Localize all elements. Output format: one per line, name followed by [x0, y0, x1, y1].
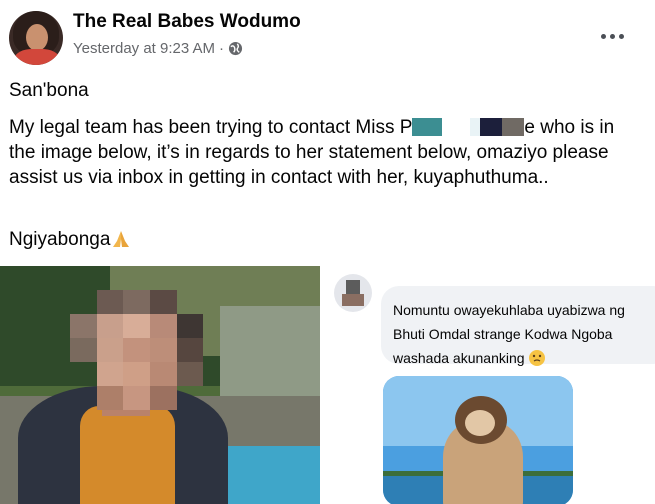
comment-line: washada akunanking [393, 350, 525, 366]
redaction-block [442, 118, 471, 136]
thinking-face-icon [529, 350, 546, 366]
post-thanks: Ngiyabonga [9, 227, 132, 252]
author-avatar[interactable] [9, 11, 63, 65]
comment-text: Nomuntu owayekuhlaba uyabizwa ng Bhuti O… [393, 298, 625, 370]
redaction-block [502, 118, 525, 136]
meta-separator: · [219, 40, 225, 57]
comment-line-last: washada akunanking [393, 346, 625, 370]
redaction-block [470, 118, 481, 136]
post-thanks-text: Ngiyabonga [9, 229, 111, 250]
monkey-image[interactable] [383, 376, 573, 504]
author-name[interactable]: The Real Babes Wodumo [73, 11, 301, 33]
redaction-block [480, 118, 503, 136]
comment-screenshot[interactable]: Nomuntu owayekuhlaba uyabizwa ng Bhuti O… [325, 266, 655, 504]
commenter-avatar [334, 274, 372, 312]
post-body: My legal team has been trying to contact… [9, 115, 639, 190]
post-greeting: San'bona [9, 80, 89, 101]
post-timestamp[interactable]: Yesterday at 9:23 AM [73, 40, 215, 57]
comment-bubble: Nomuntu owayekuhlaba uyabizwa ng Bhuti O… [381, 286, 655, 366]
more-options-icon[interactable] [596, 24, 628, 48]
post-images: Nomuntu owayekuhlaba uyabizwa ng Bhuti O… [0, 266, 655, 504]
redaction-block [412, 118, 443, 136]
post-header: The Real Babes Wodumo Yesterday at 9:23 … [0, 0, 655, 70]
globe-icon[interactable] [228, 41, 243, 56]
post-body-part1: My legal team has been trying to contact… [9, 117, 413, 138]
folded-hands-icon [113, 231, 130, 247]
woman-photo[interactable] [0, 266, 320, 504]
comment-line: Nomuntu owayekuhlaba uyabizwa ng [393, 302, 625, 318]
pixelated-face [70, 290, 230, 410]
post-meta: Yesterday at 9:23 AM · [73, 40, 243, 57]
comment-line: Bhuti Omdal strange Kodwa Ngoba [393, 326, 613, 342]
